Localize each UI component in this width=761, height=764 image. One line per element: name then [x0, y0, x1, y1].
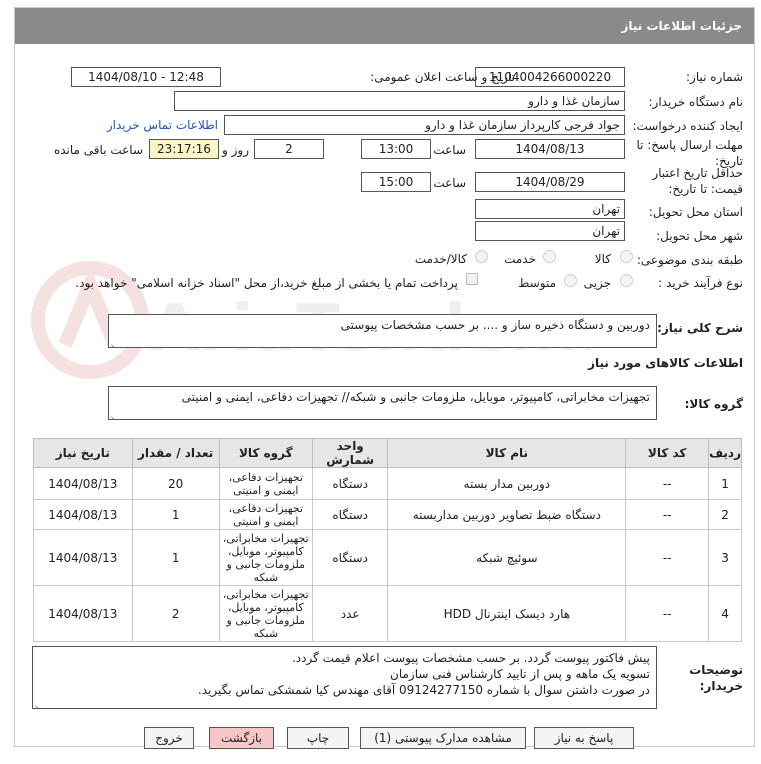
cell-code: --	[625, 529, 710, 586]
cell-qty: 1	[131, 529, 220, 586]
cell-row-number: 1	[708, 467, 742, 500]
back-button[interactable]: بازگشت	[209, 727, 274, 749]
exit-button[interactable]: خروج	[144, 727, 194, 749]
contact-info-link[interactable]: اطلاعات تماس خریدار	[107, 118, 218, 132]
cell-date: 1404/08/13	[33, 529, 133, 586]
deadline-time-field: 13:00	[361, 139, 431, 159]
price-validity-time-label: ساعت	[433, 176, 466, 190]
deadline-time-label: ساعت	[433, 143, 466, 157]
summary-label: شرح کلی نیاز:	[657, 321, 743, 335]
need-number-label: شماره نیاز:	[686, 70, 743, 84]
buyer-note-line: در صورت داشتن سوال با شماره 09124277150 …	[197, 683, 650, 697]
city-label: شهر محل تحویل:	[656, 229, 743, 243]
buyer-note-line: تسویه یک ماهه و پس از تایید کارشناس فنی …	[390, 667, 650, 681]
province-field: تهران	[475, 199, 625, 219]
reply-button[interactable]: پاسخ به نیاز	[534, 727, 634, 749]
process-radio-medium[interactable]	[564, 274, 577, 287]
cell-group: تجهیزات دفاعی، ایمنی و امنیتی	[218, 499, 313, 530]
cell-group: تجهیزات دفاعی، ایمنی و امنیتی	[218, 467, 313, 500]
buyer-notes-textarea[interactable]: پیش فاکتور پیوست گردد. بر حسب مشخصات پیو…	[32, 646, 657, 709]
category-label: طبقه بندی موضوعی:	[636, 253, 743, 267]
remaining-label: ساعت باقی مانده	[53, 143, 143, 157]
category-option-goods-service: کالا/خدمت	[414, 252, 467, 266]
header-unit: واحد شمارش	[311, 438, 389, 468]
cell-code: --	[625, 585, 710, 642]
header-row-number: ردیف	[708, 438, 742, 468]
process-label: نوع فرآیند خرید :	[658, 276, 743, 290]
cell-row-number: 3	[708, 529, 742, 586]
cell-qty: 1	[131, 499, 220, 530]
category-radio-goods[interactable]	[620, 250, 633, 263]
summary-textarea[interactable]: دوربین و دستگاه ذخیره ساز و .... بر حسب …	[108, 314, 657, 348]
province-label: استان محل تحویل:	[648, 205, 743, 219]
resize-grip-icon[interactable]	[111, 409, 119, 417]
category-option-service: خدمت	[504, 252, 536, 266]
header-group: گروه کالا	[218, 438, 313, 468]
cell-group: تجهیزات مخابراتی، کامپیوتر، موبایل، ملزو…	[218, 529, 313, 586]
table-row: 4 -- هارد دیسک اینترنال HDD عدد تجهیزات …	[33, 585, 742, 642]
header-date: تاریخ نیاز	[33, 438, 133, 468]
table-row: 3 -- سوئیچ شبکه دستگاه تجهیزات مخابراتی،…	[33, 529, 742, 586]
header-name: نام کالا	[387, 438, 627, 468]
resize-grip-icon[interactable]	[35, 698, 43, 706]
cell-date: 1404/08/13	[33, 499, 133, 530]
cell-name: سوئیچ شبکه	[387, 529, 627, 586]
price-validity-time-field: 15:00	[361, 172, 431, 192]
city-field: تهران	[475, 221, 625, 241]
requester-field: جواد فرجی کارپرداز سازمان غذا و دارو	[224, 115, 625, 135]
price-validity-label: حداقل تاریخ اعتبار قیمت: تا تاریخ:	[652, 166, 743, 196]
buyer-org-field: سازمان غذا و دارو	[174, 91, 625, 111]
cell-row-number: 2	[708, 499, 742, 530]
goods-group-label: گروه کالا:	[684, 397, 743, 411]
cell-qty: 2	[131, 585, 220, 642]
cell-group: تجهیزات مخابراتی، کامپیوتر، موبایل، ملزو…	[218, 585, 313, 642]
goods-section-title: اطلاعات کالاهای مورد نیاز	[588, 356, 743, 370]
items-table: ردیف کد کالا نام کالا واحد شمارش گروه کا…	[33, 438, 742, 642]
requester-label: ایجاد کننده درخواست:	[632, 119, 743, 133]
table-row: 1 -- دوربین مدار بسته دستگاه تجهیزات دفا…	[33, 467, 742, 500]
cell-date: 1404/08/13	[33, 585, 133, 642]
process-radio-minor[interactable]	[620, 274, 633, 287]
page-header: جزئیات اطلاعات نیاز	[15, 8, 754, 44]
deadline-date-field: 1404/08/13	[475, 139, 625, 159]
table-header-row: ردیف کد کالا نام کالا واحد شمارش گروه کا…	[33, 438, 742, 468]
category-option-goods: کالا	[594, 252, 611, 266]
resize-grip-icon[interactable]	[111, 337, 119, 345]
print-button[interactable]: چاپ	[287, 727, 349, 749]
cell-row-number: 4	[708, 585, 742, 642]
cell-qty: 20	[131, 467, 220, 500]
cell-unit: دستگاه	[311, 499, 389, 530]
payment-note: پرداخت تمام یا بخشی از مبلغ خرید،از محل …	[75, 276, 458, 290]
goods-group-textarea[interactable]: تجهیزات مخابراتی، کامپیوتر، موبایل، ملزو…	[108, 386, 657, 420]
days-label: روز و	[222, 143, 249, 157]
treasury-checkbox[interactable]	[466, 273, 478, 285]
cell-unit: عدد	[311, 585, 389, 642]
header-code: کد کالا	[625, 438, 710, 468]
header-qty: تعداد / مقدار	[131, 438, 220, 468]
cell-date: 1404/08/13	[33, 467, 133, 500]
announce-field: 1404/08/10 - 12:48	[71, 67, 221, 87]
process-option-medium: متوسط	[518, 276, 556, 290]
cell-code: --	[625, 467, 710, 500]
category-radio-service[interactable]	[543, 250, 556, 263]
price-validity-date-field: 1404/08/29	[475, 172, 625, 192]
process-option-minor: جزیی	[583, 276, 611, 290]
buyer-note-line: پیش فاکتور پیوست گردد. بر حسب مشخصات پیو…	[291, 651, 650, 665]
table-row: 2 -- دستگاه ضبط تصاویر دوربین مداربسته د…	[33, 499, 742, 530]
summary-text: دوربین و دستگاه ذخیره ساز و .... بر حسب …	[340, 318, 650, 332]
remaining-time-field: 23:17:16	[149, 139, 219, 159]
cell-unit: دستگاه	[311, 467, 389, 500]
buyer-org-label: نام دستگاه خریدار:	[648, 95, 744, 109]
days-count-field: 2	[254, 139, 324, 159]
goods-group-text: تجهیزات مخابراتی، کامپیوتر، موبایل، ملزو…	[181, 390, 650, 404]
cell-unit: دستگاه	[311, 529, 389, 586]
announce-label: تاریخ و ساعت اعلان عمومی:	[370, 70, 515, 84]
cell-code: --	[625, 499, 710, 530]
view-attachments-button[interactable]: مشاهده مدارک پیوستی (1)	[360, 727, 526, 749]
cell-name: دستگاه ضبط تصاویر دوربین مداربسته	[387, 499, 627, 530]
cell-name: دوربین مدار بسته	[387, 467, 627, 500]
cell-name: هارد دیسک اینترنال HDD	[387, 585, 627, 642]
buyer-notes-label: توضیحات خریدار:	[689, 663, 743, 693]
category-radio-goods-service[interactable]	[475, 250, 488, 263]
